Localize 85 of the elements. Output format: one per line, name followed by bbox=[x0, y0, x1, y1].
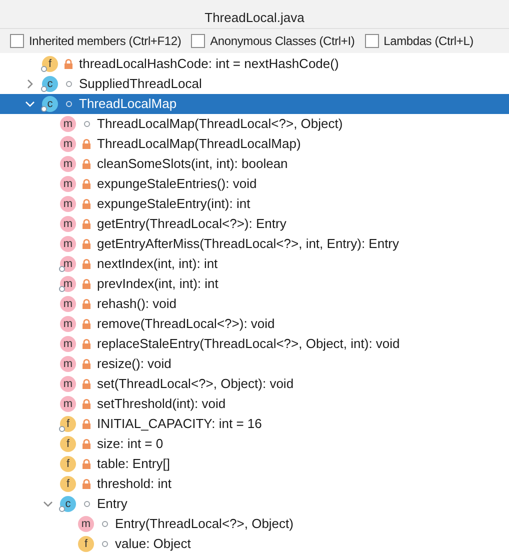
chevron-down-icon[interactable] bbox=[25, 99, 35, 109]
chevron-right-icon[interactable] bbox=[25, 79, 35, 89]
item-label: cleanSomeSlots(int, int): boolean bbox=[97, 155, 288, 174]
item-label: remove(ThreadLocal<?>): void bbox=[97, 315, 275, 334]
item-label: rehash(): void bbox=[97, 295, 176, 314]
method-icon: m bbox=[60, 156, 76, 172]
item-label: Entry(ThreadLocal<?>, Object) bbox=[115, 515, 294, 534]
item-label: ThreadLocalMap(ThreadLocal<?>, Object) bbox=[97, 115, 343, 134]
method-icon: m bbox=[60, 116, 76, 132]
method-icon: m bbox=[60, 356, 76, 372]
method-icon: m bbox=[60, 296, 76, 312]
checkbox[interactable] bbox=[191, 34, 206, 48]
item-label: table: Entry[] bbox=[97, 455, 170, 474]
item-label: size: int = 0 bbox=[97, 435, 164, 454]
item-label: expungeStaleEntry(int): int bbox=[97, 195, 250, 214]
method-icon: m bbox=[60, 316, 76, 332]
method-icon: m bbox=[60, 256, 76, 272]
item-label: nextIndex(int, int): int bbox=[97, 255, 218, 274]
method-icon: m bbox=[60, 216, 76, 232]
class-icon: c bbox=[60, 496, 76, 512]
checkbox[interactable] bbox=[364, 34, 379, 48]
method-icon: m bbox=[60, 336, 76, 352]
checkbox-label: Anonymous Classes (Ctrl+I) bbox=[210, 32, 355, 50]
item-label: getEntry(ThreadLocal<?>): Entry bbox=[97, 215, 286, 234]
item-label: value: Object bbox=[115, 535, 191, 554]
item-label: set(ThreadLocal<?>, Object): void bbox=[97, 375, 294, 394]
tree-item[interactable]: c SuppliedThreadLocal bbox=[0, 74, 509, 94]
method-icon: m bbox=[60, 136, 76, 152]
field-icon: f bbox=[60, 476, 76, 492]
item-label: threadLocalHashCode: int = nextHashCode() bbox=[79, 55, 339, 74]
tree-item[interactable]: c Entry bbox=[0, 494, 509, 514]
item-label: replaceStaleEntry(ThreadLocal<?>, Object, int): void bbox=[97, 335, 400, 354]
item-label: INITIAL_CAPACITY: int = 16 bbox=[97, 415, 262, 434]
tree-item[interactable]: f threshold: int bbox=[0, 474, 509, 494]
item-label: resize(): void bbox=[97, 355, 172, 374]
tree-item[interactable]: m remove(ThreadLocal<?>): void bbox=[0, 314, 509, 334]
item-label: SuppliedThreadLocal bbox=[79, 75, 202, 94]
method-icon: m bbox=[60, 196, 76, 212]
window-title: ThreadLocal.java bbox=[204, 9, 304, 28]
method-icon: m bbox=[78, 516, 94, 532]
item-label: ThreadLocalMap bbox=[79, 95, 177, 114]
checkbox[interactable] bbox=[10, 34, 24, 48]
tree-item[interactable]: m prevIndex(int, int): int bbox=[0, 274, 509, 294]
item-label: setThreshold(int): void bbox=[97, 395, 226, 414]
method-icon: m bbox=[60, 276, 76, 292]
field-icon: f bbox=[60, 456, 76, 472]
tree-item[interactable]: m replaceStaleEntry(ThreadLocal<?>, Object, int): void bbox=[0, 334, 509, 354]
item-label: threshold: int bbox=[97, 475, 172, 494]
tree-item[interactable]: m ThreadLocalMap(ThreadLocalMap) bbox=[0, 134, 509, 154]
class-icon: c bbox=[42, 76, 58, 92]
tree-item[interactable]: m Entry(ThreadLocal<?>, Object) bbox=[0, 514, 509, 534]
chevron-down-icon[interactable] bbox=[43, 499, 53, 509]
item-label: ThreadLocalMap(ThreadLocalMap) bbox=[97, 135, 301, 154]
tree-item[interactable]: f threadLocalHashCode: int = nextHashCode() bbox=[0, 54, 509, 74]
field-icon: f bbox=[60, 436, 76, 452]
item-label: expungeStaleEntries(): void bbox=[97, 175, 257, 194]
tree-item[interactable]: m expungeStaleEntries(): void bbox=[0, 174, 509, 194]
tree-item[interactable]: m rehash(): void bbox=[0, 294, 509, 314]
field-icon: f bbox=[60, 416, 76, 432]
method-icon: m bbox=[60, 396, 76, 412]
item-label: prevIndex(int, int): int bbox=[97, 275, 218, 294]
tree-item[interactable]: m resize(): void bbox=[0, 354, 509, 374]
tree-item[interactable]: m getEntryAfterMiss(ThreadLocal<?>, int, Entry): Entry bbox=[0, 234, 509, 254]
tree-item[interactable]: m cleanSomeSlots(int, int): boolean bbox=[0, 154, 509, 174]
tree-item[interactable]: m setThreshold(int): void bbox=[0, 394, 509, 414]
field-icon: f bbox=[42, 56, 58, 72]
tree-item[interactable]: f table: Entry[] bbox=[0, 454, 509, 474]
method-icon: m bbox=[60, 376, 76, 392]
field-icon: f bbox=[78, 536, 94, 552]
tree-item[interactable]: m ThreadLocalMap(ThreadLocal<?>, Object) bbox=[0, 114, 509, 134]
method-icon: m bbox=[60, 176, 76, 192]
class-icon: c bbox=[42, 96, 58, 112]
tree-item[interactable]: m set(ThreadLocal<?>, Object): void bbox=[0, 374, 509, 394]
tree-item[interactable]: c ThreadLocalMap bbox=[0, 94, 509, 114]
method-icon: m bbox=[60, 236, 76, 252]
checkbox-label: Lambdas (Ctrl+L) bbox=[384, 32, 474, 50]
item-label: getEntryAfterMiss(ThreadLocal<?>, int, Entry): Entry bbox=[97, 235, 400, 254]
tree-item[interactable]: f value: Object bbox=[0, 534, 509, 554]
tree-item[interactable]: f INITIAL_CAPACITY: int = 16 bbox=[0, 414, 509, 434]
checkbox-label: Inherited members (Ctrl+F12) bbox=[29, 32, 182, 50]
tree-item[interactable]: m expungeStaleEntry(int): int bbox=[0, 194, 509, 214]
tree-item[interactable]: m nextIndex(int, int): int bbox=[0, 254, 509, 274]
tree-item[interactable]: m getEntry(ThreadLocal<?>): Entry bbox=[0, 214, 509, 234]
tree-item[interactable]: f size: int = 0 bbox=[0, 434, 509, 454]
item-label: Entry bbox=[97, 495, 128, 514]
